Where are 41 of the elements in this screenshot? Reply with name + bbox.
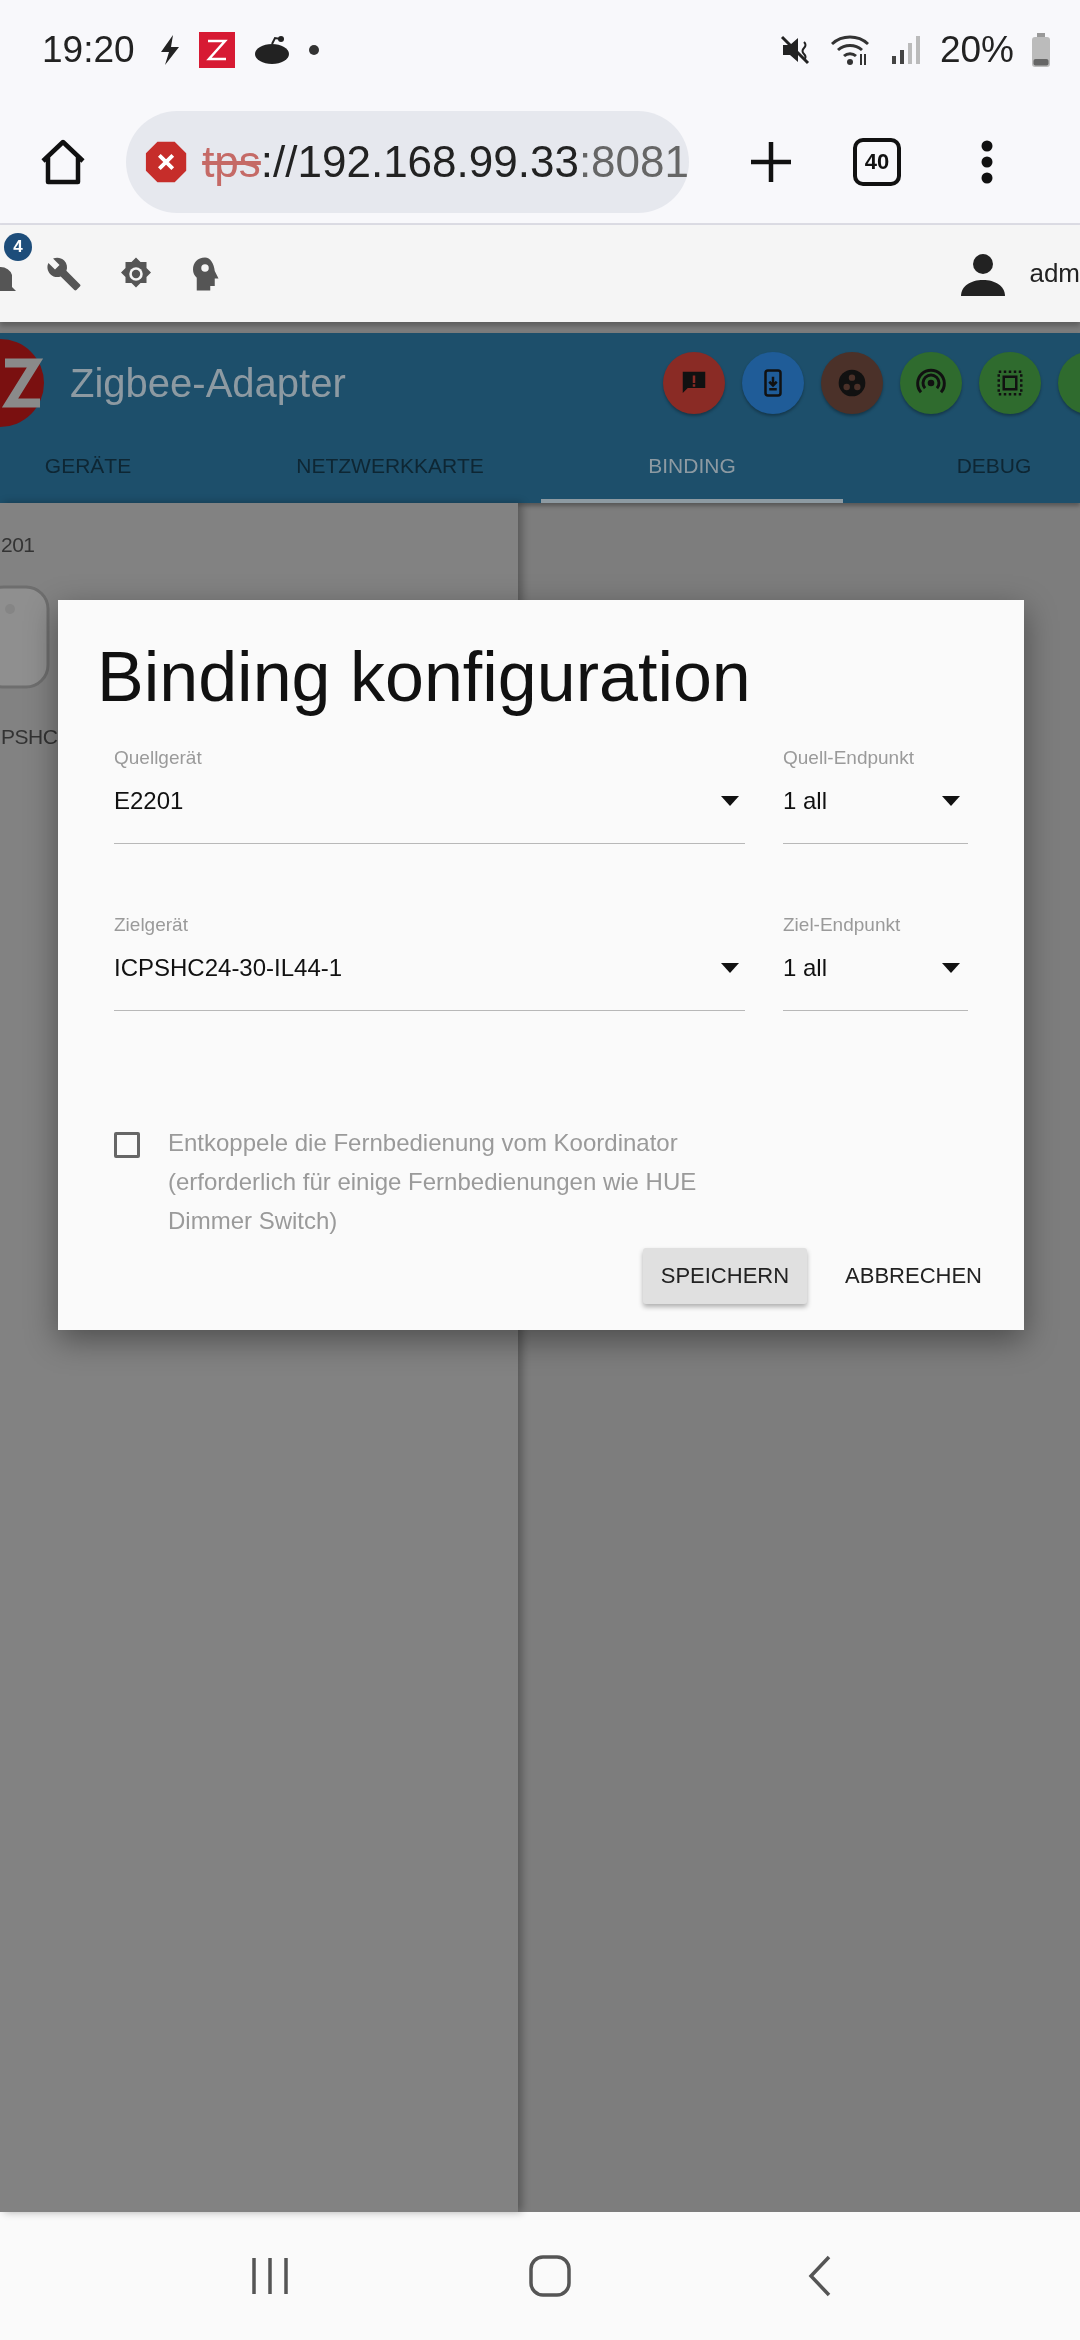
clock-time: 19:20 bbox=[42, 29, 135, 71]
notification-badge: 4 bbox=[4, 233, 32, 261]
wrench-icon[interactable] bbox=[46, 255, 82, 292]
checkbox[interactable] bbox=[114, 1132, 140, 1158]
dropdown-caret-icon bbox=[721, 963, 739, 973]
dropdown-field[interactable]: Zielgerät ICPSHC24-30-IL44-1 bbox=[114, 914, 745, 1011]
dropdown-field[interactable]: Ziel-Endpunkt 1 all bbox=[783, 914, 968, 1011]
wifi-icon bbox=[829, 34, 872, 66]
more-options-icon[interactable] bbox=[981, 139, 993, 184]
action-button[interactable] bbox=[900, 352, 962, 414]
action-button[interactable] bbox=[742, 352, 804, 414]
battery-icon bbox=[1032, 33, 1050, 67]
dropdown-field[interactable]: Quellgerät E2201 bbox=[114, 747, 745, 844]
app-title: Zigbee-Adapter bbox=[70, 360, 346, 406]
dropdown-caret-icon bbox=[942, 963, 960, 973]
back-icon[interactable] bbox=[808, 2254, 832, 2298]
dropdown-caret-icon bbox=[721, 796, 739, 806]
three-dots-icon bbox=[836, 367, 868, 399]
dialog-button[interactable]: ABBRECHEN bbox=[827, 1248, 1000, 1304]
checkbox-label: Entkoppele die Fernbedienung vom Koordinator (erforderlich für einige Fernbedienungen wie HUE Dimmer Switch) bbox=[168, 1128, 698, 1236]
signal-icon bbox=[889, 34, 922, 66]
dropdown-field[interactable]: Quell-Endpunkt 1 all bbox=[783, 747, 968, 844]
dropdown-caret-icon bbox=[942, 796, 960, 806]
device-name: PSHC bbox=[1, 724, 59, 750]
head-gear-icon[interactable] bbox=[190, 255, 220, 292]
chip-icon bbox=[995, 368, 1025, 398]
battery-level: 20% bbox=[939, 29, 1014, 71]
mute-icon bbox=[779, 34, 812, 66]
app-notification-icon bbox=[198, 32, 235, 68]
dot-icon bbox=[308, 45, 319, 55]
device-name: 201 bbox=[1, 532, 36, 558]
tab-count-button[interactable]: 40 bbox=[853, 137, 901, 186]
url-text: tps://192.168.99.33:8081 bbox=[202, 136, 689, 187]
bolt-icon bbox=[158, 35, 181, 65]
new-tab-icon[interactable] bbox=[749, 139, 793, 184]
address-bar[interactable]: tps://192.168.99.33:8081 bbox=[126, 110, 689, 213]
user-name[interactable]: adm bbox=[1029, 258, 1080, 289]
action-button[interactable] bbox=[979, 352, 1041, 414]
dialog-button[interactable]: SPEICHERN bbox=[642, 1248, 808, 1304]
home-button-icon[interactable] bbox=[528, 2254, 572, 2298]
dialog-title: Binding konfiguration bbox=[97, 637, 752, 718]
